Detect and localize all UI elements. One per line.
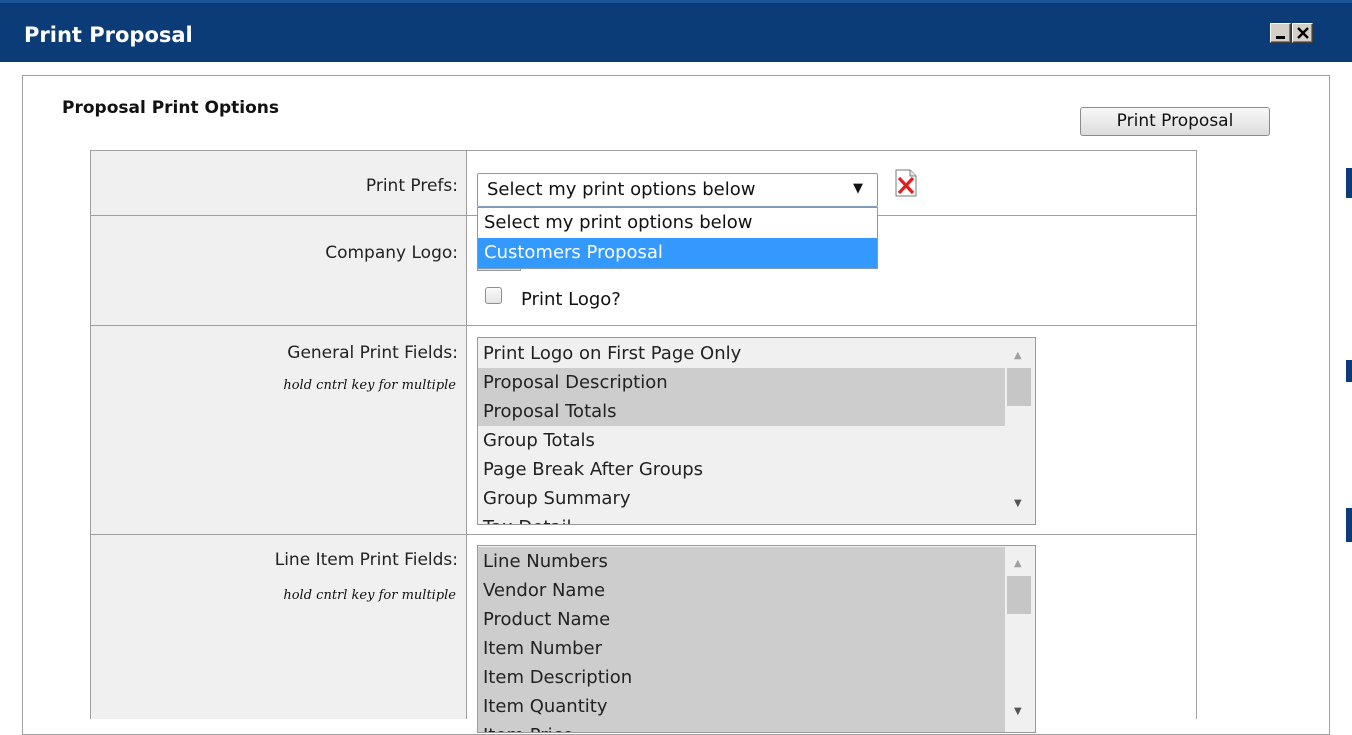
dropdown-arrow-icon: ▼ (853, 181, 863, 196)
list-item-selected[interactable]: Item Number (478, 634, 1005, 663)
list-item[interactable]: Group Summary (478, 484, 1005, 513)
list-item-selected[interactable]: Proposal Description (478, 368, 1005, 397)
list-item[interactable]: Page Break After Groups (478, 455, 1005, 484)
listbox-scrollbar[interactable]: ▲ ▼ (1005, 546, 1035, 732)
list-item-selected[interactable]: Item Description (478, 663, 1005, 692)
scrollbar-thumb[interactable] (1007, 576, 1031, 614)
company-logo-label: Company Logo: (325, 243, 458, 263)
background-edge (1346, 168, 1352, 198)
delete-x-icon[interactable] (893, 168, 919, 198)
list-item-selected[interactable]: Item Quantity (478, 692, 1005, 721)
table-border (90, 325, 1197, 326)
print-prefs-dropdown-list: Select my print options below Customers … (477, 207, 878, 269)
list-item[interactable]: Tax Detail (478, 513, 1005, 524)
scroll-down-arrow-icon[interactable]: ▼ (1014, 498, 1022, 509)
print-logo-label: Print Logo? (521, 289, 621, 310)
print-prefs-label: Print Prefs: (365, 176, 458, 196)
list-item-selected[interactable]: Item Price (478, 721, 1005, 732)
dropdown-option[interactable]: Select my print options below (478, 208, 877, 238)
print-prefs-select[interactable]: Select my print options below ▼ (477, 173, 878, 207)
table-border (90, 150, 91, 719)
list-item-selected[interactable]: Vendor Name (478, 576, 1005, 605)
table-border (1196, 150, 1197, 719)
listbox-scrollbar[interactable]: ▲ ▼ (1005, 338, 1035, 524)
print-proposal-button[interactable]: Print Proposal (1080, 107, 1270, 136)
scroll-up-arrow-icon[interactable]: ▲ (1014, 558, 1022, 569)
scrollbar-thumb[interactable] (1007, 368, 1031, 406)
general-print-fields-listbox[interactable]: Print Logo on First Page Only Proposal D… (477, 337, 1036, 525)
close-button[interactable] (1292, 23, 1313, 43)
close-icon (1297, 27, 1309, 39)
general-print-fields-label: General Print Fields: (287, 343, 458, 363)
line-item-print-fields-label: Line Item Print Fields: (274, 550, 458, 570)
general-fields-hint: hold cntrl key for multiple (283, 378, 456, 393)
print-prefs-selected-value: Select my print options below (487, 179, 756, 200)
section-title: Proposal Print Options (62, 98, 279, 118)
background-edge (1346, 508, 1352, 542)
label-cell (91, 216, 466, 325)
minimize-button[interactable] (1270, 23, 1291, 43)
dropdown-option-highlighted[interactable]: Customers Proposal (478, 238, 877, 268)
list-item-selected[interactable]: Proposal Totals (478, 397, 1005, 426)
print-logo-checkbox[interactable] (485, 287, 502, 304)
table-border (90, 150, 1197, 151)
list-item[interactable]: Print Logo on First Page Only (478, 339, 1005, 368)
scroll-down-arrow-icon[interactable]: ▼ (1014, 706, 1022, 717)
table-border (90, 534, 1197, 535)
table-border (466, 150, 467, 719)
line-item-print-fields-listbox[interactable]: Line Numbers Vendor Name Product Name It… (477, 545, 1036, 733)
window-title-bar[interactable]: Print Proposal (0, 0, 1352, 62)
list-item[interactable]: Group Totals (478, 426, 1005, 455)
list-item-selected[interactable]: Line Numbers (478, 547, 1005, 576)
line-item-fields-hint: hold cntrl key for multiple (283, 588, 456, 603)
scroll-up-arrow-icon[interactable]: ▲ (1014, 350, 1022, 361)
window-title: Print Proposal (24, 23, 193, 47)
background-edge (1346, 360, 1352, 382)
background-strip (1341, 62, 1352, 719)
list-item-selected[interactable]: Product Name (478, 605, 1005, 634)
minimize-icon (1276, 36, 1285, 39)
